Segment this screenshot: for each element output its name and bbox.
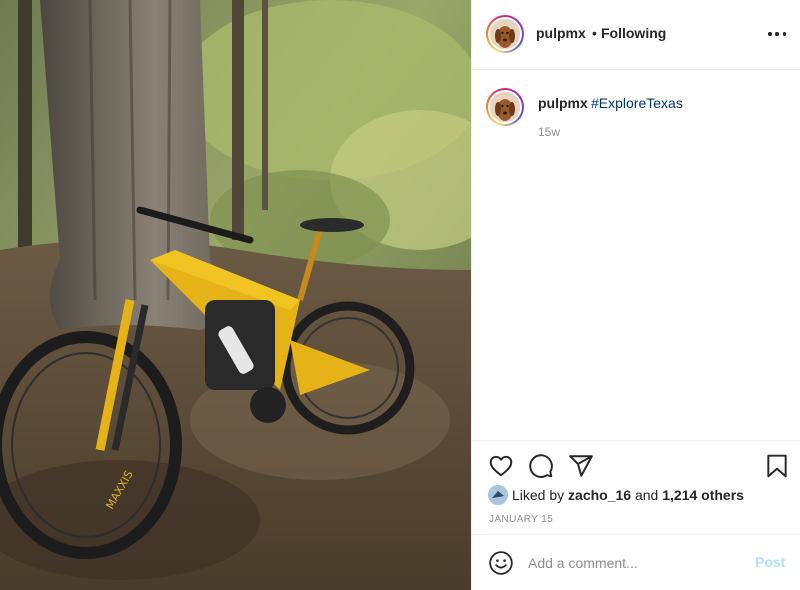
liked-by-others[interactable]: 1,214 others bbox=[662, 487, 744, 503]
post-actions: Liked by zacho_16 and 1,214 others JANUA… bbox=[472, 440, 800, 534]
mountain-bike-photo: MAXXIS bbox=[0, 0, 471, 590]
author-avatar[interactable] bbox=[486, 15, 524, 53]
bird-avatar-icon bbox=[488, 485, 508, 505]
more-options-icon[interactable] bbox=[768, 27, 786, 41]
following-button[interactable]: Following bbox=[601, 25, 666, 41]
liked-by-prefix: Liked by bbox=[512, 487, 565, 503]
heart-icon[interactable] bbox=[488, 453, 514, 479]
caption-hashtag-link[interactable]: #ExploreTexas bbox=[591, 95, 683, 111]
dog-avatar-icon bbox=[490, 19, 520, 49]
comment-input[interactable] bbox=[528, 552, 748, 574]
post-photo[interactable]: MAXXIS bbox=[0, 0, 471, 590]
liker-avatar[interactable] bbox=[488, 485, 508, 505]
author-username[interactable]: pulpmx bbox=[536, 25, 586, 41]
post-comment-button[interactable]: Post bbox=[755, 554, 785, 570]
follow-separator: • bbox=[592, 25, 597, 41]
post-age[interactable]: 15w bbox=[538, 125, 560, 139]
bookmark-icon[interactable] bbox=[764, 453, 790, 479]
caption-username[interactable]: pulpmx bbox=[538, 95, 588, 111]
caption-author-avatar[interactable] bbox=[486, 88, 524, 126]
dog-avatar-icon bbox=[490, 92, 520, 122]
post-header: pulpmx • Following bbox=[472, 0, 800, 70]
liked-by-summary: Liked by zacho_16 and 1,214 others bbox=[488, 485, 744, 505]
post-side-panel: pulpmx • Following pulpmx #ExploreTexas … bbox=[471, 0, 800, 590]
add-comment-bar: Post bbox=[472, 534, 800, 590]
liked-by-username[interactable]: zacho_16 bbox=[568, 487, 631, 503]
liked-by-and: and bbox=[634, 487, 659, 503]
smiley-icon[interactable] bbox=[488, 550, 514, 576]
comment-icon[interactable] bbox=[528, 453, 554, 479]
paper-plane-icon[interactable] bbox=[568, 453, 594, 479]
post-date[interactable]: JANUARY 15 bbox=[489, 514, 553, 525]
